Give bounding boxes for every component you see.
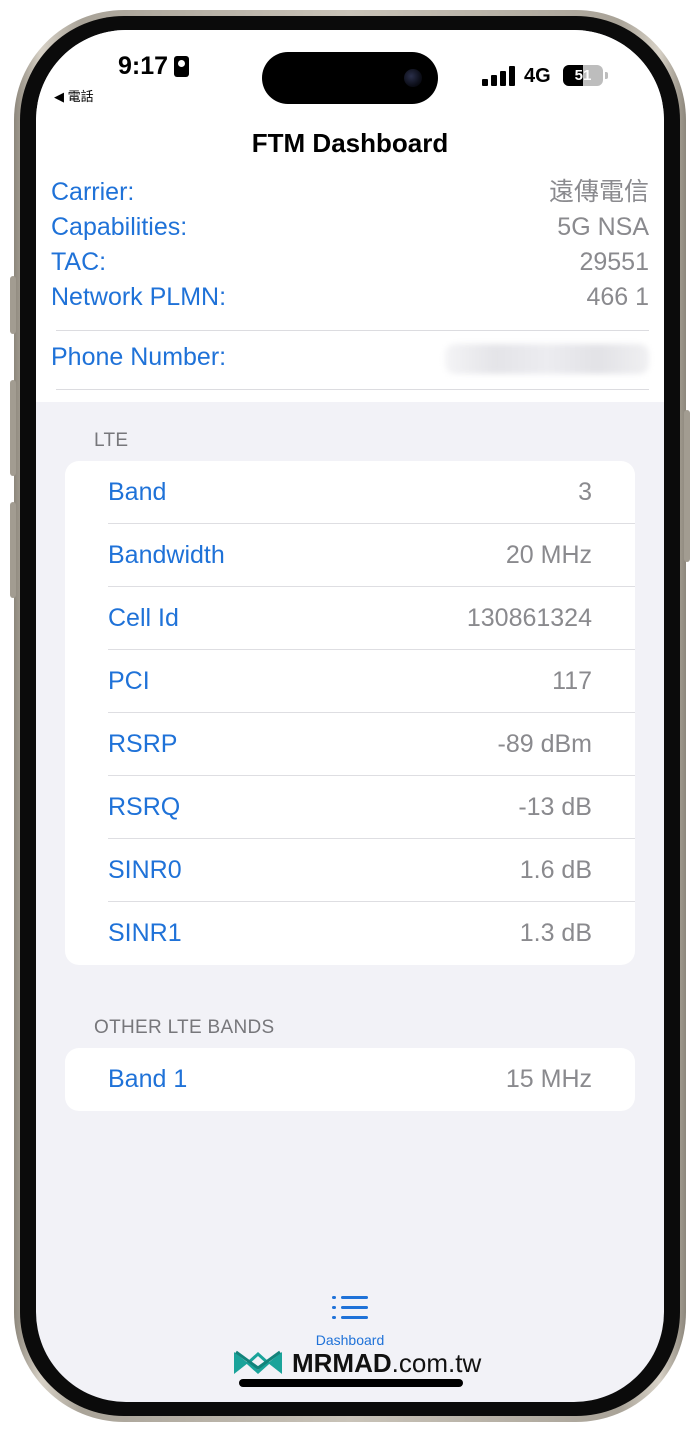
info-value: 466 1	[586, 283, 649, 311]
info-label: TAC:	[51, 248, 107, 276]
battery-icon: 51	[563, 65, 603, 86]
battery-nub	[605, 72, 608, 79]
divider	[56, 330, 649, 331]
info-row-network-plmn: Network PLMN: 466 1	[51, 280, 649, 315]
row-value: 1.3 dB	[519, 919, 592, 947]
info-label: Capabilities:	[51, 213, 188, 241]
info-label: Network PLMN:	[51, 283, 227, 311]
lte-card: Band 3 Bandwidth 20 MHz Cell Id 13086132…	[65, 461, 635, 965]
screen: 9:17 ◀ 電話 4G 51 FTM Dashboard Carrier: 遠…	[36, 30, 664, 1402]
page-title: FTM Dashboard	[251, 128, 449, 158]
info-value: 29551	[579, 248, 649, 276]
signal-strength-icon	[482, 66, 516, 86]
row-label: Band	[108, 478, 167, 506]
status-time: 9:17	[118, 52, 169, 80]
row-label: RSRP	[108, 730, 178, 758]
mrmad-logo-icon	[234, 1350, 282, 1375]
row-value: 1.6 dB	[519, 856, 592, 884]
row-label: Band 1	[108, 1065, 188, 1093]
watermark-brand: MRMAD	[292, 1348, 392, 1378]
row-value: 130861324	[466, 604, 592, 632]
info-row-tac: TAC: 29551	[51, 245, 649, 280]
contact-card-icon	[174, 56, 189, 77]
battery-percent: 51	[574, 67, 592, 84]
home-indicator[interactable]	[239, 1379, 463, 1387]
dynamic-island	[262, 52, 438, 104]
row-label: SINR1	[108, 919, 182, 947]
row-value: 15 MHz	[505, 1065, 592, 1093]
redacted-phone-number	[445, 344, 649, 374]
list-item: RSRP -89 dBm	[65, 713, 635, 776]
row-label: RSRQ	[108, 793, 181, 821]
info-row-capabilities: Capabilities: 5G NSA	[51, 210, 649, 245]
watermark-text: MRMAD.com.tw	[292, 1346, 481, 1380]
power-button	[684, 410, 690, 562]
section-header-other-lte-bands: OTHER LTE BANDS	[94, 1017, 275, 1038]
list-item: RSRQ -13 dB	[65, 776, 635, 839]
list-item: Band 3	[65, 461, 635, 524]
camera-icon	[404, 69, 422, 87]
info-label: Phone Number:	[51, 343, 227, 371]
divider	[56, 389, 649, 390]
row-label: Bandwidth	[108, 541, 225, 569]
list-item: Cell Id 130861324	[65, 587, 635, 650]
info-row-carrier: Carrier: 遠傳電信	[51, 175, 649, 210]
network-type: 4G	[524, 65, 551, 87]
info-value: 5G NSA	[557, 213, 649, 241]
info-value: 遠傳電信	[548, 178, 649, 206]
info-row-phone-number: Phone Number:	[51, 340, 649, 375]
row-label: SINR0	[108, 856, 182, 884]
action-button	[10, 276, 16, 334]
volume-down-button	[10, 502, 16, 598]
row-label: PCI	[108, 667, 150, 695]
list-item: Band 1 15 MHz	[65, 1048, 635, 1111]
row-value: 117	[552, 667, 592, 695]
section-header-lte: LTE	[94, 430, 129, 451]
row-value: 3	[578, 478, 592, 506]
row-value: -13 dB	[518, 793, 592, 821]
watermark-suffix: .com.tw	[391, 1348, 482, 1378]
info-label: Carrier:	[51, 178, 135, 206]
list-item: Bandwidth 20 MHz	[65, 524, 635, 587]
list-item: PCI 117	[65, 650, 635, 713]
row-label: Cell Id	[108, 604, 179, 632]
back-to-app-link[interactable]: ◀ 電話	[54, 86, 94, 105]
volume-up-button	[10, 380, 16, 476]
list-icon[interactable]	[332, 1294, 368, 1322]
list-item: SINR1 1.3 dB	[65, 902, 635, 965]
list-item: SINR0 1.6 dB	[65, 839, 635, 902]
row-value: -89 dBm	[497, 730, 592, 758]
other-lte-bands-card: Band 1 15 MHz	[65, 1048, 635, 1111]
row-value: 20 MHz	[505, 541, 592, 569]
